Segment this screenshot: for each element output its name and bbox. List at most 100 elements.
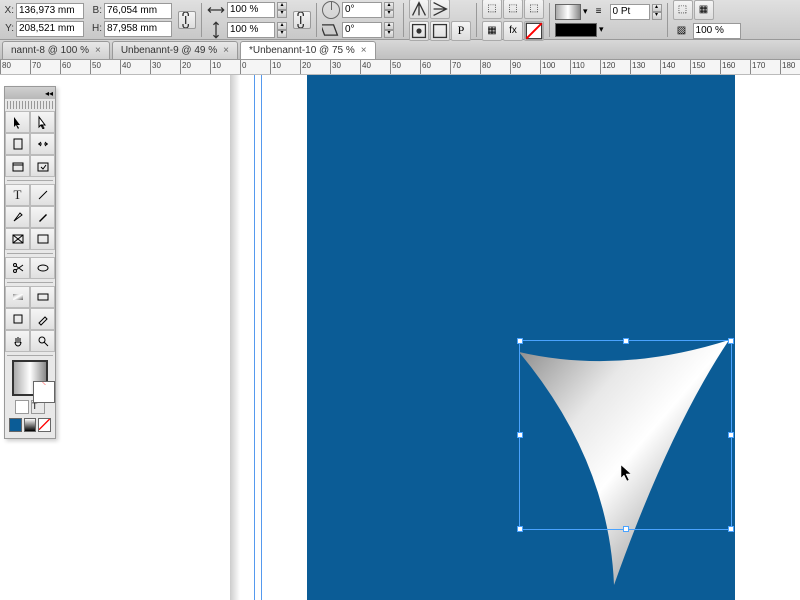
content-collector-tool[interactable] (5, 155, 30, 177)
spin[interactable]: ▴▾ (652, 4, 662, 20)
separator (476, 3, 477, 37)
guide-vertical[interactable] (261, 75, 262, 600)
scissors-tool[interactable] (5, 257, 30, 279)
separator (667, 3, 668, 37)
rotation-group: ▴▾ ▴▾ (322, 1, 394, 39)
chain-icon (294, 12, 310, 28)
none-button[interactable] (524, 21, 544, 41)
gradient-swatch-tool[interactable] (5, 286, 30, 308)
paragraph-style-button[interactable]: P (451, 21, 471, 41)
opacity-input[interactable] (693, 23, 741, 39)
scale-y-icon (207, 21, 225, 39)
rectangle-frame-tool[interactable] (5, 228, 30, 250)
hand-tool[interactable] (5, 330, 30, 352)
document-tab[interactable]: nannt-8 @ 100 %× (2, 41, 110, 59)
align-button-1[interactable]: ⬚ (482, 0, 502, 19)
align-button-2[interactable]: ⬚ (503, 0, 523, 19)
selection-handle[interactable] (728, 526, 734, 532)
stroke-style[interactable] (555, 23, 597, 37)
select-content-button[interactable] (409, 21, 429, 41)
fill-swatch[interactable] (555, 4, 581, 20)
apply-color-button[interactable] (9, 418, 22, 432)
close-icon[interactable]: × (223, 45, 229, 56)
gradient-feather-tool[interactable] (30, 286, 55, 308)
property-toolbar: X: Y: B: H: ▴▾ ▴▾ (0, 0, 800, 40)
selection-handle[interactable] (623, 526, 629, 532)
guide-vertical[interactable] (254, 75, 255, 600)
x-label: X: (2, 5, 14, 16)
close-icon[interactable]: × (361, 45, 367, 56)
zoom-tool[interactable] (30, 330, 55, 352)
lock-scale-button[interactable] (293, 11, 311, 29)
document-tab[interactable]: *Unbenannt-10 @ 75 %× (240, 41, 376, 59)
apply-gradient-button[interactable] (24, 418, 37, 432)
lock-aspect-button[interactable] (178, 11, 196, 29)
page-tool[interactable] (5, 133, 30, 155)
stroke-swatch[interactable] (34, 382, 54, 402)
spin[interactable]: ▴▾ (384, 22, 394, 38)
selection-handle[interactable] (728, 338, 734, 344)
align-button-3[interactable]: ⬚ (524, 0, 544, 19)
w-input[interactable] (104, 3, 172, 19)
wrap-button[interactable]: ▦ (482, 21, 502, 41)
pencil-tool[interactable] (30, 206, 55, 228)
select-frame-button[interactable] (430, 21, 450, 41)
separator (403, 3, 404, 37)
separator (201, 3, 202, 37)
formatting-text-button[interactable]: T (31, 400, 45, 414)
free-transform-tool[interactable] (30, 257, 55, 279)
panel-header[interactable]: ◂◂ (5, 87, 55, 99)
document-tab[interactable]: Unbenannt-9 @ 49 %× (112, 41, 238, 59)
canvas[interactable] (0, 75, 800, 600)
gap-tool[interactable] (30, 133, 55, 155)
drop-shadow-button[interactable]: ▦ (694, 0, 714, 20)
selection-handle[interactable] (517, 432, 523, 438)
document-tabbar: nannt-8 @ 100 %× Unbenannt-9 @ 49 %× *Un… (0, 40, 800, 60)
page-edge-shadow (230, 75, 240, 600)
selection-handle[interactable] (517, 338, 523, 344)
content-placer-tool[interactable] (30, 155, 55, 177)
selection-handle[interactable] (623, 338, 629, 344)
chain-icon (179, 12, 195, 28)
type-tool[interactable]: T (5, 184, 30, 206)
line-tool[interactable] (30, 184, 55, 206)
y-input[interactable] (16, 21, 84, 37)
stroke-weight-input[interactable] (610, 4, 650, 20)
corners-button[interactable]: ⬚ (673, 0, 693, 20)
rotate-input[interactable] (342, 2, 382, 18)
tool-separator (7, 355, 53, 356)
tool-separator (7, 180, 53, 181)
horizontal-ruler[interactable]: 8070605040302010010203040506070809010011… (0, 60, 800, 75)
scale-y-input[interactable] (227, 22, 275, 38)
spin[interactable]: ▴▾ (384, 2, 394, 18)
note-tool[interactable] (5, 308, 30, 330)
formatting-container-button[interactable] (15, 400, 29, 414)
selection-handle[interactable] (517, 526, 523, 532)
flip-v-button[interactable] (430, 0, 450, 19)
selection-bounding-box (519, 340, 732, 530)
fill-stroke-swatch[interactable] (12, 360, 48, 396)
x-input[interactable] (16, 3, 84, 19)
scale-x-input[interactable] (227, 2, 275, 18)
h-input[interactable] (104, 21, 172, 37)
w-label: B: (90, 5, 102, 16)
apply-none-button[interactable] (38, 418, 51, 432)
toolbox-panel[interactable]: ◂◂ T (4, 86, 56, 439)
spin[interactable]: ▴▾ (277, 2, 287, 18)
close-icon[interactable]: × (95, 45, 101, 56)
rotate-icon (322, 1, 340, 19)
stroke-weight-icon: ≡ (590, 3, 608, 21)
collapse-icon[interactable]: ◂◂ (45, 89, 53, 98)
eyedropper-tool[interactable] (30, 308, 55, 330)
rectangle-tool[interactable] (30, 228, 55, 250)
spin[interactable]: ▴▾ (277, 22, 287, 38)
shear-input[interactable] (342, 22, 382, 38)
direct-selection-tool[interactable] (30, 111, 55, 133)
tool-separator (7, 282, 53, 283)
selection-tool[interactable] (5, 111, 30, 133)
flip-h-button[interactable] (409, 0, 429, 19)
pen-tool[interactable] (5, 206, 30, 228)
selection-handle[interactable] (728, 432, 734, 438)
effects-button[interactable]: fx (503, 21, 523, 41)
panel-grip[interactable] (7, 101, 53, 109)
